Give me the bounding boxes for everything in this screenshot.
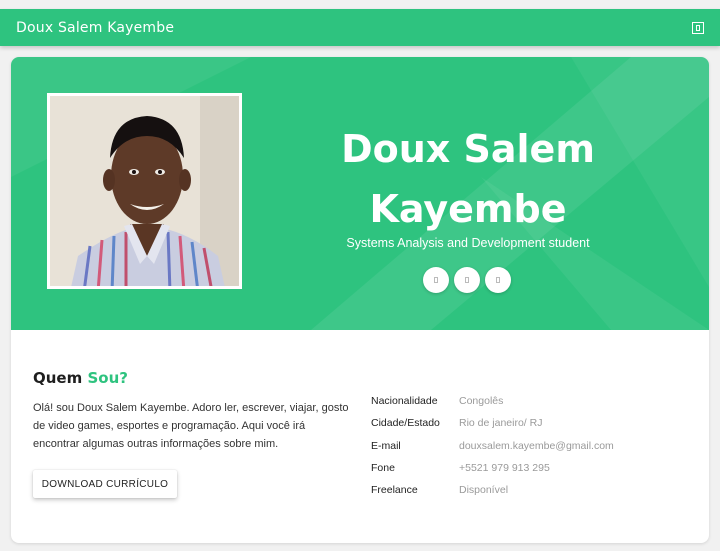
info-row-freelance: Freelance Disponível [371,479,614,501]
social-links [423,267,511,293]
profile-card: Doux Salem Kayembe Systems Analysis and … [11,57,709,543]
info-value: douxsalem.kayembe@gmail.com [459,439,614,452]
hero-name-line2: Kayembe [369,187,567,231]
info-row-nationality: Nacionalidade Congolês [371,390,614,412]
info-key: Fone [371,462,395,475]
hero-banner: Doux Salem Kayembe Systems Analysis and … [11,57,709,330]
social-icon-1[interactable] [423,267,449,293]
info-list: Nacionalidade Congolês Cidade/Estado Rio… [371,390,614,501]
hero-name: Doux Salem Kayembe [311,119,625,239]
menu-icon[interactable] [692,21,704,34]
navbar-brand[interactable]: Doux Salem Kayembe [16,20,174,36]
about-title-plain: Quem [33,369,88,387]
info-value: Rio de janeiro/ RJ [459,417,543,430]
top-navbar: Doux Salem Kayembe [0,9,720,46]
info-key: Nacionalidade [371,395,438,408]
info-row-email: E-mail douxsalem.kayembe@gmail.com [371,435,614,457]
social-icon-2[interactable] [454,267,480,293]
info-value: Disponível [459,484,509,497]
about-section: Quem Sou? Olá! sou Doux Salem Kayembe. A… [33,369,351,453]
info-row-phone: Fone +5521 979 913 295 [371,457,614,479]
info-key: Cidade/Estado [371,417,440,430]
hero-subtitle: Systems Analysis and Development student [346,236,590,250]
info-value: Congolês [459,395,504,408]
info-key: Freelance [371,484,418,497]
info-row-city: Cidade/Estado Rio de janeiro/ RJ [371,412,614,434]
person-portrait [50,96,239,286]
profile-photo [47,93,242,289]
about-text: Olá! sou Doux Salem Kayembe. Adoro ler, … [33,402,349,450]
info-value: +5521 979 913 295 [459,462,550,475]
social-icon-3[interactable] [485,267,511,293]
about-title: Quem Sou? [33,369,351,387]
download-resume-button[interactable]: DOWNLOAD CURRÍCULO [33,470,177,498]
hero-name-line1: Doux Salem [341,127,595,171]
about-title-accent: Sou? [87,369,128,387]
info-key: E-mail [371,439,401,452]
